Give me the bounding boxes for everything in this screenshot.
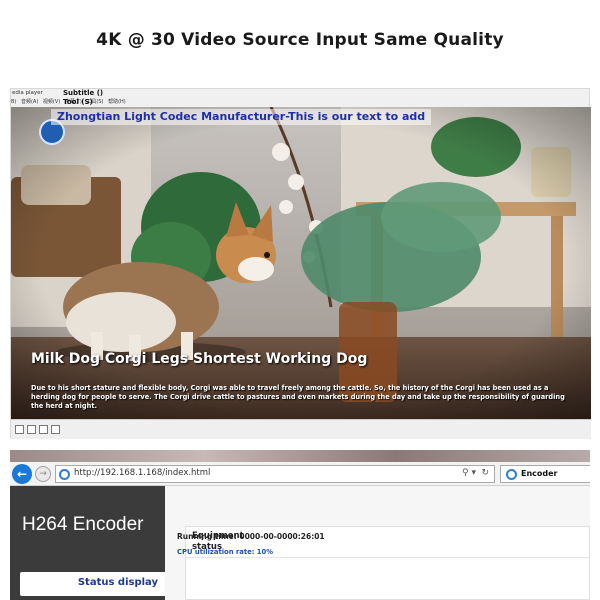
close-icon[interactable]: [51, 425, 60, 434]
nav-status-label: Status display: [77, 577, 158, 588]
running-time: Running time: 0000-00-0000:26:01: [177, 532, 325, 541]
caption-body: Due to his short stature and flexible bo…: [31, 384, 565, 410]
caption-title: Milk Dog Corgi Legs Shortest Working Dog: [31, 351, 368, 367]
encoder-content: Equipment status Running time: 0000-00-0…: [165, 486, 590, 600]
player-controls-bar: [11, 419, 591, 439]
aspect-icon[interactable]: [27, 425, 36, 434]
ie-icon: [59, 469, 70, 480]
menu-item-audio[interactable]: 音频(A): [21, 99, 38, 105]
panel-divider: [186, 557, 589, 558]
cpu-utilization: CPU utilization rate: 10%: [177, 548, 274, 556]
forward-arrow-icon[interactable]: →: [35, 466, 51, 482]
media-player-window: edia player B) 音频(A) 视频(V) 字幕(T) 工具(S) 帮…: [10, 88, 591, 439]
tab-title: Encoder: [521, 469, 558, 478]
subtitle-menu-label[interactable]: Subtitle (): [63, 89, 103, 97]
address-bar-row: ← → http://192.168.1.168/index.html ⚲ ▾ …: [10, 462, 590, 486]
video-scene: [11, 107, 591, 419]
url-text: http://192.168.1.168/index.html: [74, 468, 211, 478]
menu-item-video[interactable]: 视频(V): [43, 99, 60, 105]
nav-status-display[interactable]: Status display: [20, 572, 170, 596]
video-frame[interactable]: Zhongtian Light Codec Manufacturer-This …: [11, 107, 591, 419]
player-title: edia player: [12, 90, 43, 96]
tab-encoder[interactable]: Encoder: [500, 465, 590, 483]
search-icon[interactable]: ⚲ ▾: [462, 468, 476, 478]
browser-window: ← → http://192.168.1.168/index.html ⚲ ▾ …: [10, 450, 590, 600]
tab-ie-icon: [506, 469, 517, 480]
menu-item-b[interactable]: B): [11, 99, 16, 105]
page-title: 4K @ 30 Video Source Input Same Quality: [96, 30, 504, 50]
back-arrow-icon[interactable]: ←: [12, 464, 32, 484]
menu-item-help[interactable]: 帮助(H): [108, 99, 126, 105]
url-input[interactable]: http://192.168.1.168/index.html ⚲ ▾ ↻: [55, 465, 495, 483]
settings-icon[interactable]: [39, 425, 48, 434]
brand-title: H264 Encoder: [22, 514, 144, 535]
overlay-text: Zhongtian Light Codec Manufacturer-This …: [51, 109, 432, 125]
fullscreen-icon[interactable]: [15, 425, 24, 434]
refresh-icon[interactable]: ↻: [481, 468, 489, 478]
tool-menu-label[interactable]: Tool (S): [63, 98, 93, 106]
encoder-sidebar: H264 Encoder Status display: [10, 486, 170, 600]
browser-top-strip: [10, 450, 590, 462]
player-menubar: B) 音频(A) 视频(V) 字幕(T) 工具(S) 帮助(H): [11, 98, 589, 107]
